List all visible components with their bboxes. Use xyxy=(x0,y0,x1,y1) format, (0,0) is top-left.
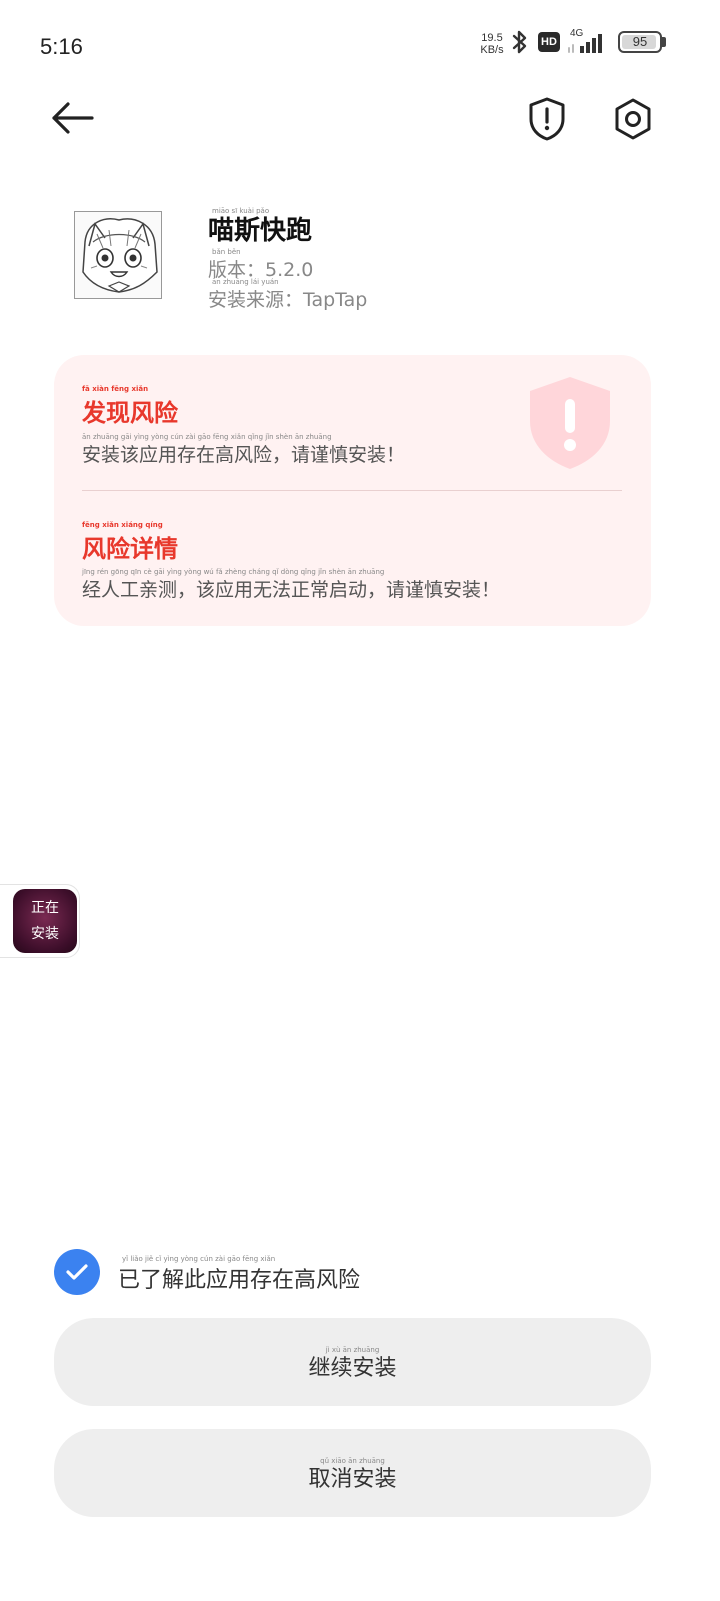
battery-icon: 95 xyxy=(618,31,662,53)
network-speed-value: 19.5 xyxy=(481,32,503,44)
acknowledge-checkbox[interactable] xyxy=(54,1249,100,1295)
risk-detail-title-pinyin: fēng xiǎn xiáng qíng xyxy=(82,521,163,529)
security-button[interactable] xyxy=(522,94,572,144)
battery-nub xyxy=(662,37,666,47)
installing-label-line2: 安装 xyxy=(31,926,59,942)
settings-icon xyxy=(615,98,651,140)
shield-warning-icon xyxy=(530,377,610,469)
network-speed: 19.5 KB/s xyxy=(474,32,510,56)
installing-app-icon[interactable]: 正在 安装 xyxy=(13,889,77,953)
installing-floating-bubble[interactable]: 正在 安装 xyxy=(0,884,80,958)
app-icon xyxy=(74,211,162,299)
arrow-left-icon xyxy=(52,102,94,134)
app-source-label: 安装来源： xyxy=(208,289,304,311)
risk-divider xyxy=(82,490,622,491)
cancel-install-pinyin: qǔ xiāo ān zhuāng xyxy=(320,1457,385,1465)
installing-label-line1: 正在 xyxy=(31,900,59,916)
battery-percent: 95 xyxy=(632,34,648,49)
risk-description: 安装该应用存在高风险，请谨慎安装！ xyxy=(82,444,406,466)
risk-acknowledge-row[interactable]: yǐ liǎo jiě cǐ yìng yòng cún zài gāo fēn… xyxy=(54,1249,651,1299)
shield-alert-icon xyxy=(529,97,565,141)
acknowledge-text: 已了解此应用存在高风险 xyxy=(118,1268,361,1293)
risk-detail-title: 风险详情 xyxy=(82,535,178,563)
status-time: 5:16 xyxy=(40,34,83,59)
network-speed-unit: KB/s xyxy=(480,44,504,56)
status-bar: 5:16 19.5 KB/s HD 4G 95 xyxy=(0,0,720,90)
hd-voice-icon: HD xyxy=(538,32,560,52)
risk-title-pinyin: fā xiàn fēng xiǎn xyxy=(82,385,149,393)
risk-card: fā xiàn fēng xiǎn 发现风险 ān zhuāng gāi yìn… xyxy=(54,355,651,626)
settings-button[interactable] xyxy=(608,94,658,144)
continue-install-button[interactable]: jì xù ān zhuāng 继续安装 xyxy=(54,1318,651,1406)
checkmark-icon xyxy=(66,1264,88,1280)
back-button[interactable] xyxy=(46,96,98,140)
bluetooth-icon xyxy=(510,28,530,60)
risk-title: 发现风险 xyxy=(82,399,178,427)
app-name: 喵斯快跑 xyxy=(208,216,313,246)
risk-detail-description: 经人工亲测，该应用无法正常启动，请谨慎安装！ xyxy=(82,579,501,601)
app-source-value: TapTap xyxy=(303,289,368,311)
cancel-install-button[interactable]: qǔ xiāo ān zhuāng 取消安装 xyxy=(54,1429,651,1517)
app-source-row: 安装来源：TapTap xyxy=(208,285,367,312)
signal-strength-icon xyxy=(566,32,610,58)
continue-install-pinyin: jì xù ān zhuāng xyxy=(325,1346,380,1354)
